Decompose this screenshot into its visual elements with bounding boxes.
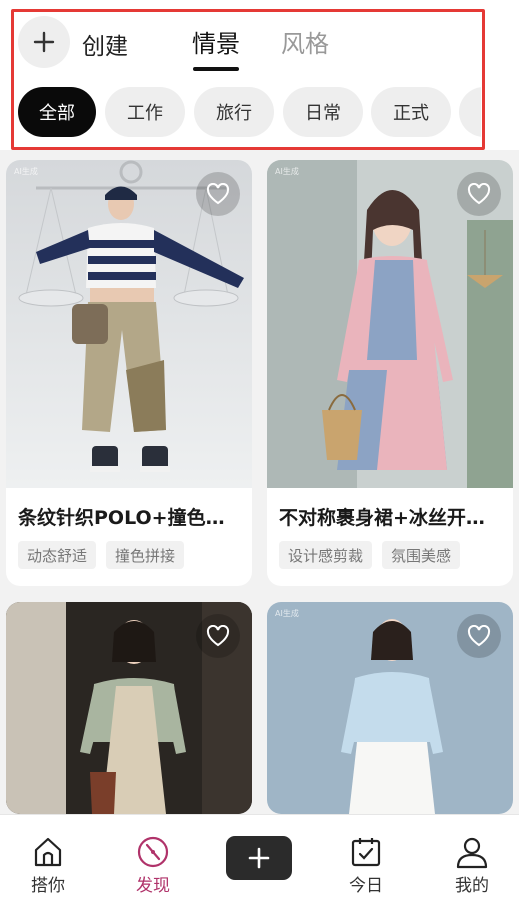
chip-label: 工作 xyxy=(127,103,163,124)
tab-active-indicator xyxy=(193,67,239,71)
top-header: 创建 情景 风格 全部 工作 旅行 日常 正式 约会 xyxy=(0,0,519,150)
favorite-button[interactable] xyxy=(196,614,240,658)
heart-outline-icon xyxy=(206,183,230,205)
plus-icon xyxy=(248,847,270,869)
calendar-check-icon xyxy=(351,838,381,867)
outfit-card[interactable]: AI生成 不对称裹身裙+冰丝开… 设计感剪裁 氛围美感 xyxy=(267,160,513,586)
user-icon xyxy=(456,837,488,869)
category-chip-bar[interactable]: 全部 工作 旅行 日常 正式 约会 xyxy=(18,87,481,139)
heart-outline-icon xyxy=(467,625,491,647)
tag: 撞色拼接 xyxy=(106,541,185,569)
nav-label: 我的 xyxy=(455,876,489,896)
nav-item-home[interactable]: 搭你 xyxy=(8,815,88,899)
create-label[interactable]: 创建 xyxy=(82,27,128,61)
favorite-button[interactable] xyxy=(196,172,240,216)
tag: 设计感剪裁 xyxy=(279,541,373,569)
chip-work[interactable]: 工作 xyxy=(105,87,185,137)
compass-icon xyxy=(137,836,169,868)
tab-scenario[interactable]: 情景 xyxy=(192,24,240,59)
chip-formal[interactable]: 正式 xyxy=(371,87,451,137)
chip-date[interactable]: 约会 xyxy=(459,87,481,137)
outfit-card[interactable] xyxy=(6,602,252,814)
outfit-title: 条纹针织POLO+撞色… xyxy=(18,507,225,529)
tag-list: 动态舒适 撞色拼接 xyxy=(18,541,185,569)
outfit-card[interactable]: AI生成 条纹针织POLO+撞色… 动态舒适 撞色拼接 xyxy=(6,160,252,586)
heart-outline-icon xyxy=(206,625,230,647)
tag-list: 设计感剪裁 氛围美感 xyxy=(279,541,461,569)
chip-daily[interactable]: 日常 xyxy=(283,87,363,137)
tag: 氛围美感 xyxy=(382,541,461,569)
home-icon xyxy=(34,837,62,867)
outfit-card[interactable]: AI生成 xyxy=(267,602,513,814)
chip-label: 全部 xyxy=(39,103,75,124)
nav-label: 发现 xyxy=(136,876,170,896)
tab-style[interactable]: 风格 xyxy=(281,24,329,59)
ai-watermark: AI生成 xyxy=(14,167,38,176)
post-button[interactable] xyxy=(226,836,292,880)
bottom-navigation: 搭你 发现 今日 我的 xyxy=(0,814,519,899)
chip-label: 正式 xyxy=(393,103,429,124)
nav-item-discover[interactable]: 发现 xyxy=(113,815,193,899)
favorite-button[interactable] xyxy=(457,172,501,216)
tag: 动态舒适 xyxy=(18,541,97,569)
nav-label: 今日 xyxy=(349,876,383,896)
chip-travel[interactable]: 旅行 xyxy=(194,87,274,137)
chip-all[interactable]: 全部 xyxy=(18,87,96,137)
ai-watermark: AI生成 xyxy=(275,167,299,176)
heart-outline-icon xyxy=(467,183,491,205)
favorite-button[interactable] xyxy=(457,614,501,658)
chip-label: 日常 xyxy=(305,103,341,124)
ai-watermark: AI生成 xyxy=(275,609,299,618)
chip-label: 旅行 xyxy=(216,103,252,124)
nav-item-me[interactable]: 我的 xyxy=(432,815,512,899)
nav-item-today[interactable]: 今日 xyxy=(326,815,406,899)
outfit-title: 不对称裹身裙+冰丝开… xyxy=(279,507,485,529)
create-button[interactable] xyxy=(18,16,70,68)
plus-icon xyxy=(33,31,55,53)
nav-label: 搭你 xyxy=(31,876,65,896)
